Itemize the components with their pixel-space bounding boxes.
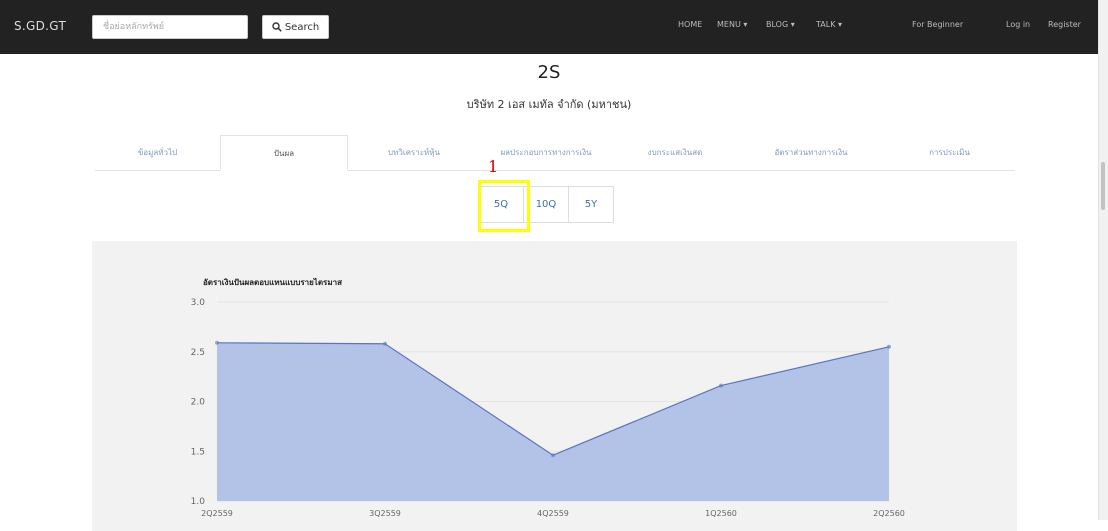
y-tick-label: 2.5 <box>191 348 205 358</box>
x-tick-label: 4Q2559 <box>537 509 569 518</box>
y-tick-label: 3.0 <box>191 298 206 308</box>
dividend-yield-chart: 1.0 1.5 2.0 2.5 3.0 2Q2559 3Q2559 4Q2559 1Q2560 2… <box>191 298 905 518</box>
scrollbar-thumb[interactable] <box>1101 162 1105 210</box>
data-point-2Q2560[interactable] <box>887 344 891 349</box>
x-tick-label: 2Q2559 <box>201 509 233 518</box>
x-tick-label: 1Q2560 <box>705 509 737 518</box>
page-scrollbar[interactable] <box>1098 0 1108 520</box>
data-point-2Q2559[interactable] <box>215 340 219 345</box>
y-tick-label: 1.0 <box>191 497 206 507</box>
y-tick-label: 2.0 <box>191 398 206 408</box>
x-tick-label: 2Q2560 <box>873 509 905 518</box>
series-area <box>217 342 889 501</box>
y-tick-label: 1.5 <box>191 447 205 457</box>
data-point-4Q2559[interactable] <box>551 453 555 458</box>
data-point-3Q2559[interactable] <box>383 341 387 346</box>
data-point-1Q2560[interactable] <box>719 383 723 388</box>
x-tick-label: 3Q2559 <box>369 509 401 518</box>
